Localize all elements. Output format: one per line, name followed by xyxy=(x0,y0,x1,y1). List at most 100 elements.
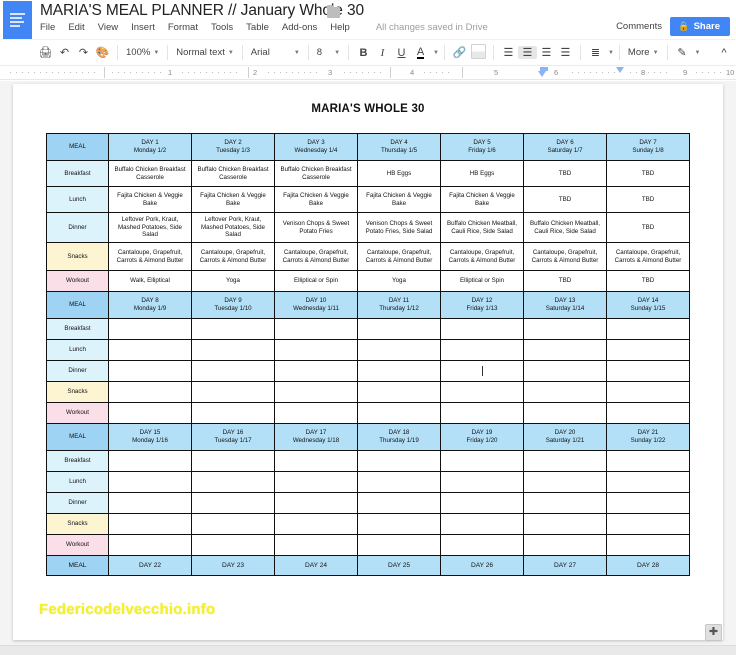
meal-cell[interactable] xyxy=(108,513,192,535)
meal-cell[interactable] xyxy=(523,381,607,403)
day-column-header[interactable]: DAY 28 xyxy=(606,555,690,576)
meal-cell[interactable] xyxy=(440,492,524,514)
meal-cell[interactable]: Walk, Elliptical xyxy=(108,270,192,292)
meal-cell[interactable] xyxy=(440,513,524,535)
document-page[interactable]: MARIA'S WHOLE 30 MEAL DAY 1 Monday 1/2 DAY … xyxy=(13,84,723,640)
meal-cell[interactable]: Cantaloupe, Grapefruit, Carrots & Almond… xyxy=(440,242,524,271)
meal-cell[interactable]: Buffalo Chicken Breakfast Casserole xyxy=(108,160,192,187)
meal-cell[interactable] xyxy=(523,492,607,514)
menu-edit[interactable]: Edit xyxy=(68,22,84,33)
meal-cell[interactable] xyxy=(440,339,524,361)
meal-cell[interactable] xyxy=(606,318,690,340)
menu-table[interactable]: Table xyxy=(246,22,269,33)
day-column-header[interactable]: DAY 24 xyxy=(274,555,358,576)
meal-cell[interactable] xyxy=(108,534,192,556)
meal-cell[interactable]: Fajita Chicken & Veggie Bake xyxy=(274,186,358,213)
meal-cell[interactable]: Yoga xyxy=(191,270,275,292)
day-column-header[interactable]: DAY 16 Tuesday 1/17 xyxy=(191,423,275,451)
day-column-header[interactable]: DAY 21 Sunday 1/22 xyxy=(606,423,690,451)
meal-cell[interactable] xyxy=(357,450,441,472)
day-column-header[interactable]: DAY 10 Wednesday 1/11 xyxy=(274,291,358,319)
paragraph-style-selector[interactable]: Normal text ▼ xyxy=(173,47,237,58)
meal-cell[interactable] xyxy=(108,360,192,382)
meal-cell[interactable] xyxy=(357,534,441,556)
meal-cell[interactable]: HB Eggs xyxy=(357,160,441,187)
redo-icon[interactable]: ↷ xyxy=(74,46,93,59)
meal-cell[interactable] xyxy=(523,360,607,382)
meal-cell[interactable] xyxy=(440,381,524,403)
meal-cell[interactable]: Fajita Chicken & Veggie Bake xyxy=(357,186,441,213)
folder-icon[interactable] xyxy=(327,5,340,18)
meal-cell[interactable]: Cantaloupe, Grapefruit, Carrots & Almond… xyxy=(274,242,358,271)
meal-cell[interactable] xyxy=(606,402,690,424)
meal-cell[interactable] xyxy=(606,471,690,493)
meal-cell[interactable]: TBD xyxy=(523,186,607,213)
meal-cell[interactable] xyxy=(357,381,441,403)
menu-format[interactable]: Format xyxy=(168,22,198,33)
meal-cell[interactable] xyxy=(108,318,192,340)
menu-file[interactable]: File xyxy=(40,22,55,33)
meal-cell[interactable] xyxy=(108,450,192,472)
meal-cell[interactable] xyxy=(191,450,275,472)
meal-cell[interactable] xyxy=(523,402,607,424)
meal-cell[interactable] xyxy=(523,513,607,535)
meal-cell[interactable] xyxy=(274,513,358,535)
image-icon[interactable] xyxy=(469,43,488,62)
print-icon[interactable]: 🖨 xyxy=(36,46,55,59)
meal-cell[interactable]: Buffalo Chicken Breakfast Casserole xyxy=(191,160,275,187)
bold-icon[interactable]: B xyxy=(354,47,373,59)
meal-cell[interactable] xyxy=(357,471,441,493)
meal-cell[interactable]: Venison Chops & Sweet Potato Fries, Side… xyxy=(357,212,441,243)
meal-cell[interactable] xyxy=(274,450,358,472)
align-justify-icon[interactable]: ☰ xyxy=(556,46,575,59)
meal-cell[interactable]: Cantaloupe, Grapefruit, Carrots & Almond… xyxy=(357,242,441,271)
link-icon[interactable]: 🔗 xyxy=(450,46,469,59)
day-column-header[interactable]: DAY 15 Monday 1/16 xyxy=(108,423,192,451)
day-column-header[interactable]: DAY 7 Sunday 1/8 xyxy=(606,133,690,161)
meal-cell[interactable] xyxy=(357,339,441,361)
menu-help[interactable]: Help xyxy=(330,22,350,33)
meal-cell[interactable] xyxy=(191,339,275,361)
meal-cell[interactable] xyxy=(357,513,441,535)
meal-cell[interactable] xyxy=(357,360,441,382)
meal-cell[interactable]: Elliptical or Spin xyxy=(440,270,524,292)
meal-cell[interactable] xyxy=(108,492,192,514)
meal-cell[interactable]: Fajita Chicken & Veggie Bake xyxy=(108,186,192,213)
day-column-header[interactable]: DAY 20 Saturday 1/21 xyxy=(523,423,607,451)
meal-cell[interactable] xyxy=(274,360,358,382)
meal-cell[interactable] xyxy=(606,381,690,403)
meal-cell[interactable]: Venison Chops & Sweet Potato Fries xyxy=(274,212,358,243)
meal-cell[interactable] xyxy=(191,471,275,493)
document-title[interactable]: MARIA'S MEAL PLANNER // January Whole 30 xyxy=(40,2,364,20)
meal-cell[interactable] xyxy=(274,318,358,340)
meal-cell[interactable]: Buffalo Chicken Breakfast Casserole xyxy=(274,160,358,187)
font-family-selector[interactable]: Arial ▼ xyxy=(248,47,303,58)
day-column-header[interactable]: DAY 11 Thursday 1/12 xyxy=(357,291,441,319)
meal-cell[interactable] xyxy=(523,318,607,340)
meal-cell[interactable]: TBD xyxy=(606,160,690,187)
text-color-icon[interactable]: A xyxy=(411,46,430,59)
paint-format-icon[interactable]: 🎨 xyxy=(93,46,112,59)
meal-cell[interactable] xyxy=(274,471,358,493)
menu-addons[interactable]: Add-ons xyxy=(282,22,317,33)
docs-home-button[interactable] xyxy=(3,1,32,39)
meal-cell[interactable] xyxy=(440,471,524,493)
meal-cell[interactable]: Buffalo Chicken Meatball, Cauli Rice, Si… xyxy=(523,212,607,243)
italic-icon[interactable]: I xyxy=(373,47,392,59)
align-left-icon[interactable]: ☰ xyxy=(499,46,518,59)
day-column-header[interactable]: DAY 27 xyxy=(523,555,607,576)
meal-cell[interactable] xyxy=(440,534,524,556)
ruler[interactable]: 1 2 3 4 5 6 8 9 10 xyxy=(0,66,736,80)
meal-cell[interactable] xyxy=(357,402,441,424)
meal-cell[interactable] xyxy=(606,360,690,382)
day-column-header[interactable]: DAY 9 Tuesday 1/10 xyxy=(191,291,275,319)
meal-cell[interactable] xyxy=(606,513,690,535)
meal-cell[interactable] xyxy=(440,402,524,424)
meal-cell[interactable] xyxy=(191,402,275,424)
day-column-header[interactable]: DAY 2 Tuesday 1/3 xyxy=(191,133,275,161)
meal-cell[interactable]: Elliptical or Spin xyxy=(274,270,358,292)
meal-planner-table[interactable]: MEAL DAY 1 Monday 1/2 DAY 2 Tuesday 1/3 DAY 3… xyxy=(46,133,690,576)
zoom-selector[interactable]: 100% ▼ xyxy=(123,47,162,58)
day-column-header[interactable]: DAY 19 Friday 1/20 xyxy=(440,423,524,451)
day-column-header[interactable]: DAY 6 Saturday 1/7 xyxy=(523,133,607,161)
